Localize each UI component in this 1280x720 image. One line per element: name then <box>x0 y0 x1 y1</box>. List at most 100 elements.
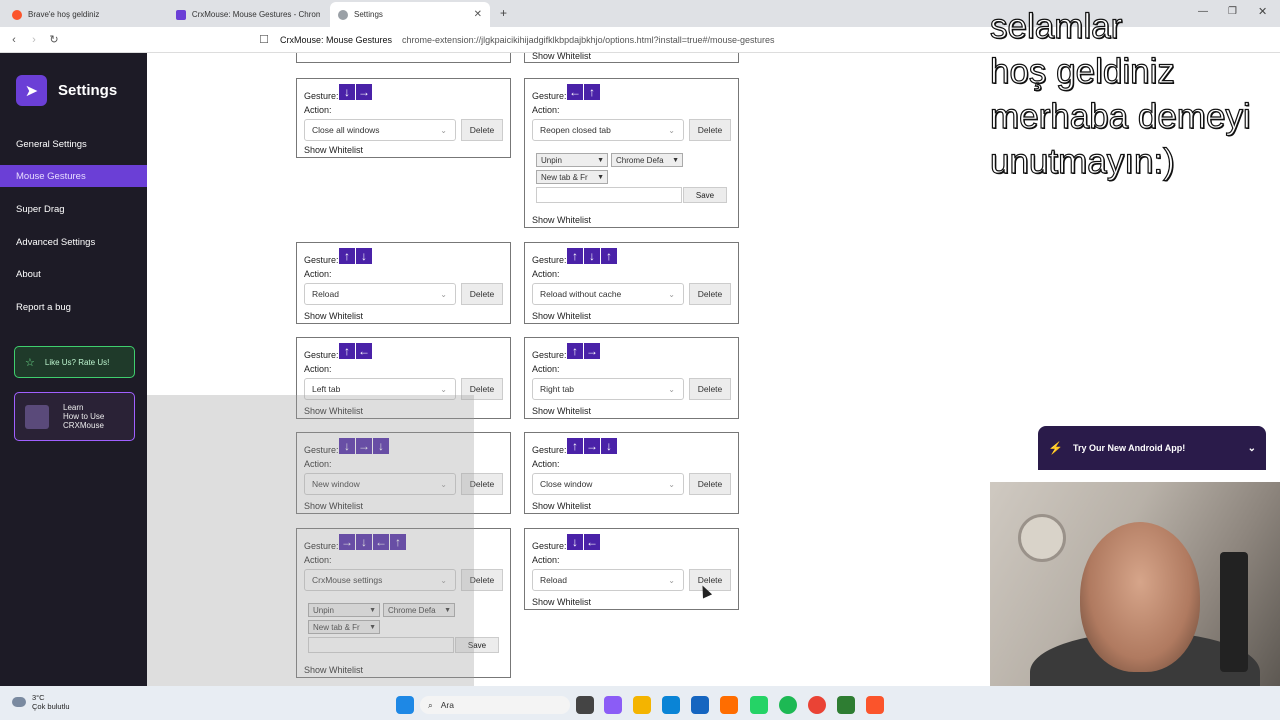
newtab-option-select[interactable]: New tab & Fr ▼ <box>536 170 608 184</box>
crxmouse-tab-icon <box>176 9 186 20</box>
save-button[interactable]: Save <box>455 637 499 653</box>
action-select[interactable]: Close all windows ⌄ <box>304 119 456 141</box>
action-select[interactable]: New window ⌄ <box>304 473 456 495</box>
gesture-card: Gesture: ↓ ← Action: Reload ⌄ Delete Show White… <box>524 528 739 610</box>
delete-button[interactable]: Delete <box>689 569 731 591</box>
sidebar-item-advanced-settings[interactable]: Advanced Settings <box>0 231 147 253</box>
delete-button[interactable]: Delete <box>461 283 503 305</box>
tab-crxmouse[interactable]: CrxMouse: Mouse Gestures - Chrom <box>168 2 328 27</box>
gesture-card: Gesture: ← ↑ Action: Reopen closed tab ⌄ Delet… <box>524 78 739 228</box>
tab-welcome[interactable]: Brave'e hoş geldiniz <box>4 2 166 27</box>
brave-taskbar-icon[interactable] <box>866 696 884 714</box>
delete-button[interactable]: Delete <box>689 473 731 495</box>
newtab-option-select[interactable]: New tab & Fr ▼ <box>308 620 380 634</box>
delete-button[interactable]: Delete <box>461 473 503 495</box>
cloud-icon <box>12 697 26 707</box>
browser-option-select[interactable]: Chrome Defa ▼ <box>611 153 683 167</box>
taskbar-search[interactable]: ⌕ Ara <box>420 696 570 714</box>
chrome-icon[interactable] <box>808 696 826 714</box>
gesture-arrow-icon: → <box>584 343 600 359</box>
address-bar[interactable]: CrxMouse: Mouse Gestures chrome-extensio… <box>280 31 940 49</box>
bookmark-icon[interactable]: ☐ <box>254 33 274 46</box>
weather-widget[interactable]: 3°C Çok bulutlu <box>12 693 70 711</box>
show-whitelist-link[interactable]: Show Whitelist <box>304 311 363 321</box>
action-select[interactable]: Right tab ⌄ <box>532 378 684 400</box>
show-whitelist-link[interactable]: Show Whitelist <box>304 145 363 155</box>
chevron-down-icon: ⌄ <box>668 384 675 394</box>
whatsapp-icon[interactable] <box>750 696 768 714</box>
task-view-icon[interactable] <box>576 696 594 714</box>
gesture-arrow-icon: ↑ <box>390 534 406 550</box>
gesture-arrow-icon: ↓ <box>339 84 355 100</box>
action-label: Action: <box>304 269 332 279</box>
new-tab-icon[interactable]: + <box>500 6 507 20</box>
show-whitelist-link[interactable]: Show Whitelist <box>532 501 591 511</box>
delete-button[interactable]: Delete <box>689 119 731 141</box>
gesture-label: Gesture: <box>532 445 567 455</box>
show-whitelist-link[interactable]: Show Whitelist <box>304 665 363 675</box>
delete-button[interactable]: Delete <box>461 119 503 141</box>
show-whitelist-link[interactable]: Show Whitelist <box>532 406 591 416</box>
show-whitelist-link[interactable]: Show Whitelist <box>304 501 363 511</box>
show-whitelist-link[interactable]: Show Whitelist <box>532 597 591 607</box>
reload-icon[interactable]: ↻ <box>44 33 64 46</box>
pin-option-select[interactable]: Unpin ▼ <box>536 153 608 167</box>
gesture-card: Gesture: ↓ → ↓ Action: New window ⌄ Delete Show … <box>296 432 511 514</box>
delete-button[interactable]: Delete <box>689 283 731 305</box>
show-whitelist-link[interactable]: Show Whitelist <box>532 311 591 321</box>
action-select[interactable]: Reopen closed tab ⌄ <box>532 119 684 141</box>
action-select[interactable]: Reload without cache ⌄ <box>532 283 684 305</box>
gesture-card: Gesture: ↑ → ↓ Action: Close window ⌄ Delete Sho… <box>524 432 739 514</box>
show-whitelist-link[interactable]: Show Whitelist <box>532 51 591 61</box>
show-whitelist-link[interactable]: Show Whitelist <box>532 215 591 225</box>
sidebar-item-super-drag[interactable]: Super Drag <box>0 198 147 220</box>
windows-start-icon[interactable] <box>396 696 414 714</box>
sidebar-item-report-bug[interactable]: Report a bug <box>0 296 147 318</box>
app-icon[interactable] <box>837 696 855 714</box>
store-icon[interactable] <box>691 696 709 714</box>
gesture-arrow-icon: ← <box>373 534 389 550</box>
tab-settings[interactable]: Settings ✕ <box>330 2 490 27</box>
edge-icon[interactable] <box>662 696 680 714</box>
delete-button[interactable]: Delete <box>461 569 503 591</box>
action-label: Action: <box>532 105 560 115</box>
gesture-arrow-icon: ↓ <box>567 534 583 550</box>
chevron-down-icon[interactable]: ⌄ <box>1248 443 1256 454</box>
gesture-arrow-icon: ↓ <box>584 248 600 264</box>
firefox-icon[interactable] <box>720 696 738 714</box>
wall-clock <box>1018 514 1066 562</box>
gesture-arrow-icon: ↑ <box>339 343 355 359</box>
chevron-down-icon: ⌄ <box>668 479 675 489</box>
spotify-icon[interactable] <box>779 696 797 714</box>
sidebar-item-mouse-gestures[interactable]: Mouse Gestures <box>0 165 147 187</box>
learn-how-to-use-button[interactable]: Learn How to Use CRXMouse <box>14 392 135 441</box>
sidebar-item-about[interactable]: About <box>0 263 147 285</box>
action-select[interactable]: Left tab ⌄ <box>304 378 456 400</box>
sidebar-item-general-settings[interactable]: General Settings <box>0 133 147 155</box>
option-input[interactable] <box>308 637 454 653</box>
crxmouse-logo-icon: ➤ <box>16 75 47 106</box>
action-select[interactable]: Close window ⌄ <box>532 473 684 495</box>
action-select[interactable]: CrxMouse settings ⌄ <box>304 569 456 591</box>
delete-button[interactable]: Delete <box>689 378 731 400</box>
gesture-card: Gesture: ↑ ↓ ↑ Action: Reload without cache ⌄ D… <box>524 242 739 324</box>
action-select[interactable]: Reload ⌄ <box>304 283 456 305</box>
gesture-label: Gesture: <box>304 91 339 101</box>
show-whitelist-link[interactable]: Show Whitelist <box>304 406 363 416</box>
back-icon[interactable]: ‹ <box>4 34 24 46</box>
close-tab-icon[interactable]: ✕ <box>474 9 482 20</box>
gesture-arrow-icon: ↓ <box>601 438 617 454</box>
file-explorer-icon[interactable] <box>633 696 651 714</box>
pin-option-select[interactable]: Unpin ▼ <box>308 603 380 617</box>
save-button[interactable]: Save <box>683 187 727 203</box>
forward-icon[interactable]: › <box>24 34 44 46</box>
copilot-icon[interactable] <box>604 696 622 714</box>
delete-button[interactable]: Delete <box>461 378 503 400</box>
browser-option-select[interactable]: Chrome Defa ▼ <box>383 603 455 617</box>
option-input[interactable] <box>536 187 682 203</box>
gesture-arrow-icon: ← <box>356 343 372 359</box>
action-select[interactable]: Reload ⌄ <box>532 569 684 591</box>
gesture-card-partial-left <box>296 53 511 63</box>
rate-us-button[interactable]: ☆ Like Us? Rate Us! <box>14 346 135 378</box>
android-app-banner[interactable]: ⚡ Try Our New Android App! ⌄ <box>1038 426 1266 470</box>
